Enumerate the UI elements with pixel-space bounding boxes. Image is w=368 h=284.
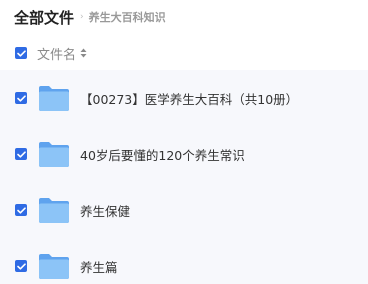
file-row[interactable]: 养生保健: [0, 182, 368, 238]
sort-by-name-button[interactable]: 文件名: [37, 44, 87, 63]
row-checkbox[interactable]: [15, 92, 27, 104]
breadcrumb: 全部文件 › 养生大百科知识: [14, 0, 166, 34]
checkbox-checked-icon: [16, 262, 26, 270]
file-name-link[interactable]: 养生篇: [80, 257, 118, 276]
checkbox-checked-icon: [16, 94, 26, 102]
file-name-link[interactable]: 【00273】医学养生大百科（共10册）: [80, 89, 298, 108]
row-checkbox[interactable]: [15, 204, 27, 216]
folder-icon: [38, 140, 70, 168]
file-row[interactable]: 养生篇: [0, 238, 368, 284]
folder-icon: [38, 252, 70, 280]
checkbox-checked-icon: [16, 49, 26, 57]
list-header: 文件名: [0, 36, 368, 70]
file-name-link[interactable]: 40岁后要懂的120个养生常识: [80, 145, 245, 164]
checkbox-checked-icon: [16, 150, 26, 158]
file-row[interactable]: 40岁后要懂的120个养生常识: [0, 126, 368, 182]
file-row[interactable]: 【00273】医学养生大百科（共10册）: [0, 70, 368, 126]
sort-icon: [80, 48, 87, 58]
column-header-name: 文件名: [37, 47, 77, 63]
breadcrumb-current: 养生大百科知识: [88, 11, 166, 24]
select-all-checkbox[interactable]: [15, 47, 27, 59]
row-checkbox[interactable]: [15, 148, 27, 160]
file-name-link[interactable]: 养生保健: [80, 201, 130, 220]
file-list: 【00273】医学养生大百科（共10册） 40岁后要懂的120个养生常识 养生保…: [0, 70, 368, 284]
checkbox-checked-icon: [16, 206, 26, 214]
chevron-right-icon: ›: [80, 12, 84, 22]
folder-icon: [38, 84, 70, 112]
row-checkbox[interactable]: [15, 260, 27, 272]
folder-icon: [38, 196, 70, 224]
breadcrumb-root-link[interactable]: 全部文件: [14, 7, 74, 28]
